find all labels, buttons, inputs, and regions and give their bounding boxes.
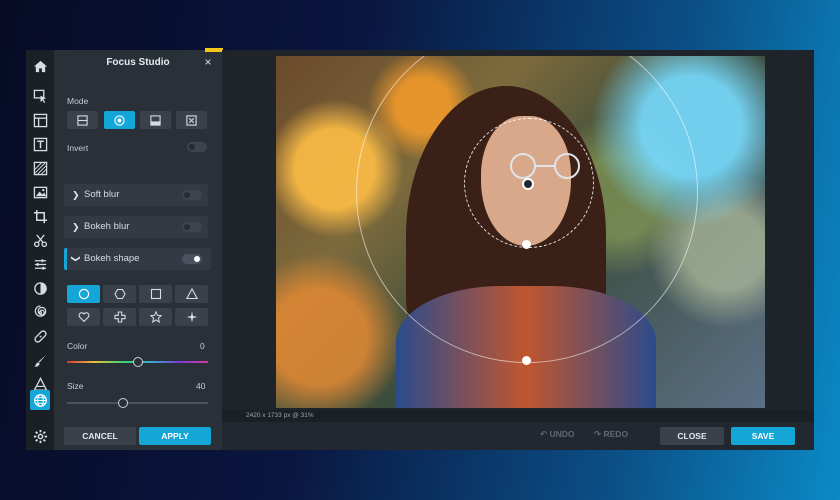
canvas-area [222, 50, 814, 410]
texture-icon[interactable] [30, 158, 50, 178]
bandage-icon[interactable] [30, 326, 50, 346]
mirror-mode-button[interactable] [140, 111, 171, 129]
editor-window: Focus Studio × Mode Invert ❯ Soft blur ❯… [26, 48, 814, 450]
bokeh-shape-label: Bokeh shape [84, 253, 140, 264]
soft-blur-row[interactable]: ❯ Soft blur [64, 184, 208, 206]
size-slider-track[interactable] [67, 402, 208, 404]
linear-mode-icon [77, 114, 88, 126]
bokeh-shape-toggle[interactable] [182, 254, 202, 264]
cross-shape-icon [113, 311, 126, 323]
contrast-icon[interactable] [30, 278, 50, 298]
redo-icon: ↷ [594, 429, 602, 439]
sparkle-shape-icon [186, 311, 197, 323]
focus-center-handle[interactable] [522, 178, 534, 190]
square-shape-button[interactable] [139, 285, 172, 303]
undo-icon: ↶ [540, 429, 548, 439]
triangle-shape-icon [185, 288, 198, 300]
image-info: 2420 x 1733 px @ 31% [246, 412, 314, 419]
save-button[interactable]: SAVE [731, 427, 795, 445]
star-shape-icon [149, 311, 162, 323]
soft-blur-label: Soft blur [84, 189, 120, 200]
bokeh-blur-toggle[interactable] [182, 222, 202, 232]
tool-rail [26, 50, 54, 450]
radial-mode-icon [114, 114, 125, 126]
chevron-down-icon: ❯ [71, 255, 81, 263]
status-bar: 2420 x 1733 px @ 31% [222, 410, 814, 422]
invert-toggle[interactable] [187, 142, 207, 152]
crop-icon[interactable] [30, 206, 50, 226]
chevron-right-icon: ❯ [72, 222, 80, 232]
hexagon-shape-icon [113, 288, 126, 300]
square-shape-icon [150, 288, 161, 300]
cut-icon[interactable] [30, 230, 50, 250]
select-tool-icon[interactable] [30, 86, 50, 106]
outer-radius-handle[interactable] [522, 356, 531, 365]
undo-button[interactable]: ↶ UNDO [540, 429, 575, 440]
inner-radius-handle[interactable] [522, 240, 531, 249]
photo-canvas[interactable] [276, 56, 765, 408]
size-value: 40 [196, 381, 206, 391]
chevron-right-icon: ❯ [72, 190, 80, 200]
color-value: 0 [200, 341, 205, 351]
close-button[interactable]: CLOSE [660, 427, 724, 445]
star-shape-button[interactable] [139, 308, 172, 326]
text-tool-icon[interactable] [30, 134, 50, 154]
home-icon[interactable] [30, 56, 50, 76]
bottom-toolbar: ↶ UNDO ↷ REDO CLOSE SAVE [222, 422, 814, 450]
adjust-sliders-icon[interactable] [30, 254, 50, 274]
sparkle-shape-button[interactable] [175, 308, 208, 326]
soft-blur-toggle[interactable] [182, 190, 202, 200]
size-label: Size [67, 381, 84, 391]
invert-label: Invert [67, 143, 89, 153]
mirror-mode-icon [150, 114, 161, 126]
brush-icon[interactable] [30, 350, 50, 370]
linear-mode-button[interactable] [67, 111, 98, 129]
circle-shape-button[interactable] [67, 285, 100, 303]
image-icon[interactable] [30, 182, 50, 202]
color-slider-handle[interactable] [132, 357, 143, 367]
hexagon-shape-button[interactable] [103, 285, 136, 303]
cancel-button[interactable]: CANCEL [64, 427, 136, 445]
focus-globe-icon[interactable] [30, 390, 50, 410]
none-mode-icon [186, 114, 197, 126]
bokeh-blur-row[interactable]: ❯ Bokeh blur [64, 216, 208, 238]
triangle-shape-button[interactable] [175, 285, 208, 303]
none-mode-button[interactable] [176, 111, 207, 129]
bokeh-shape-row[interactable]: ❯ Bokeh shape [64, 248, 211, 270]
radial-mode-button[interactable] [104, 111, 135, 129]
swirl-icon[interactable] [30, 302, 50, 322]
color-label: Color [67, 341, 88, 351]
cross-shape-button[interactable] [103, 308, 136, 326]
mode-label: Mode [67, 96, 89, 106]
heart-shape-button[interactable] [67, 308, 100, 326]
heart-shape-icon [78, 312, 89, 323]
close-icon[interactable]: × [202, 56, 214, 68]
undo-label: UNDO [549, 429, 575, 439]
settings-gear-icon[interactable] [30, 426, 50, 446]
panel-title: Focus Studio [106, 57, 170, 68]
redo-button[interactable]: ↷ REDO [594, 429, 628, 440]
bokeh-blur-label: Bokeh blur [84, 221, 130, 232]
apply-button[interactable]: APPLY [139, 427, 211, 445]
layout-icon[interactable] [30, 110, 50, 130]
redo-label: REDO [603, 429, 629, 439]
circle-shape-icon [78, 288, 89, 300]
